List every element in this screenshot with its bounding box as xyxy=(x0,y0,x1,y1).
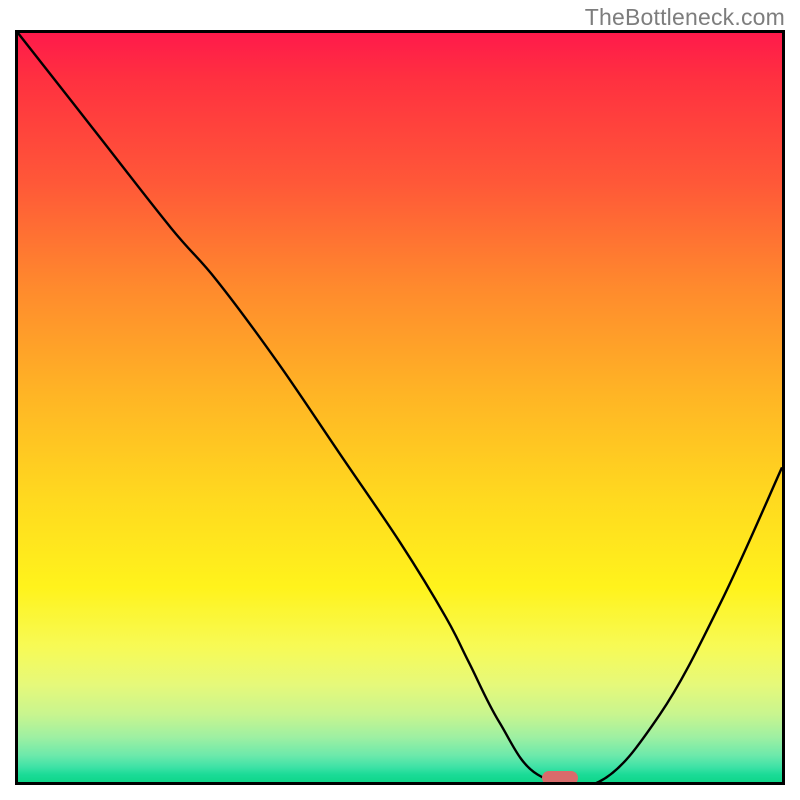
bottleneck-curve-path xyxy=(18,33,782,782)
chart-frame xyxy=(15,30,785,785)
watermark-text: TheBottleneck.com xyxy=(585,4,785,31)
optimal-marker xyxy=(542,771,578,785)
bottleneck-curve-svg xyxy=(18,33,782,782)
